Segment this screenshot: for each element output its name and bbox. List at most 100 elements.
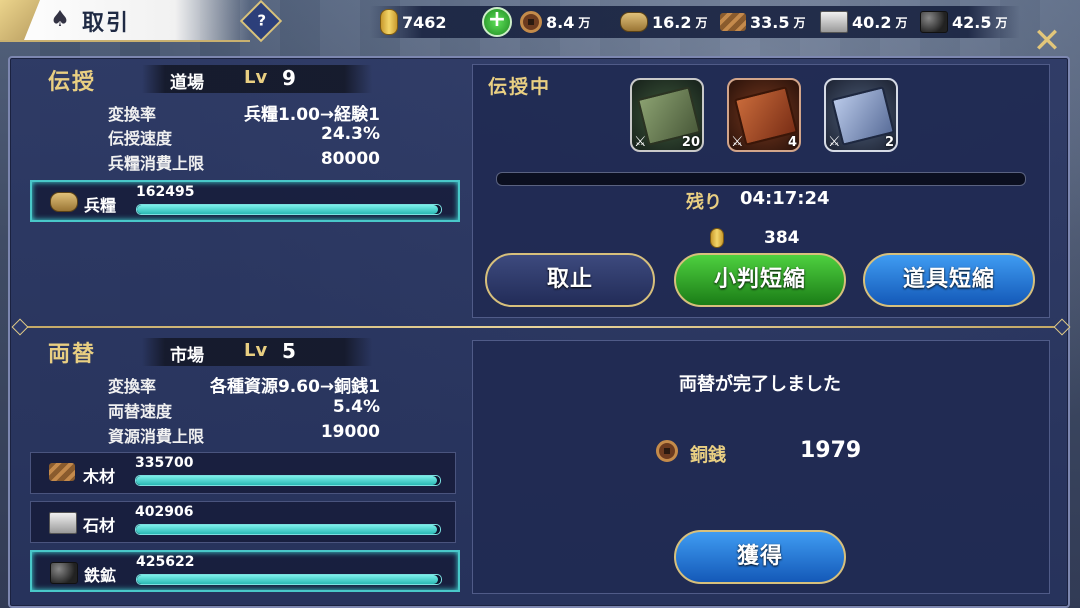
money-bag-icon: ♠ (50, 7, 70, 32)
koban-amount: 7462 (402, 12, 447, 32)
rice-resource: 16.2 万 (620, 6, 708, 38)
wood-resource-bar (135, 475, 441, 486)
remaining-label: 残り (686, 192, 722, 213)
dojo-name: 道場 (170, 73, 204, 93)
stone-resource-row[interactable]: 石材 402906 (30, 501, 456, 543)
book-slot-2[interactable]: ⚔ 4 (727, 78, 801, 152)
rice-resource-row[interactable]: 兵糧 162495 (30, 180, 460, 222)
iron-resource-bar (136, 574, 442, 585)
teaching-rate-label: 変換率 (108, 105, 157, 124)
shorten-cost: 384 (710, 228, 800, 248)
resource-limit-label: 資源消費上限 (108, 427, 205, 446)
exchange-rate-value: 各種資源9.60→銅銭1 (209, 377, 380, 397)
top-bar: ♠ 取引 ? 7462 + 8.4 万 16.2 万 33.5 万 40.2 万 4 (0, 0, 1080, 44)
result-resource-name: 銅銭 (690, 445, 726, 466)
copper-unit: 万 (578, 15, 591, 30)
exchange-speed-value: 5.4% (332, 397, 380, 417)
add-koban-button[interactable]: + (482, 6, 512, 38)
koban-shorten-button[interactable]: 小判短縮 (674, 253, 846, 307)
level-up-icon: ⚔ (828, 134, 841, 150)
page-title: 取引 (82, 11, 131, 36)
market-lv-label: Lv (244, 340, 268, 361)
stone-unit: 万 (895, 15, 908, 30)
iron-ore-icon (50, 562, 78, 584)
rice-limit-label: 兵糧消費上限 (108, 154, 205, 173)
rice-resource-value: 162495 (136, 184, 195, 200)
rice-bale-icon (50, 192, 78, 212)
section-divider (18, 326, 1062, 328)
stone-resource-value: 402906 (135, 504, 194, 520)
plus-icon: + (482, 7, 512, 37)
copper-coin-icon (656, 440, 678, 462)
book-slot-3[interactable]: ⚔ 2 (824, 78, 898, 152)
iron-resource-value: 425622 (136, 554, 195, 570)
book-slot-1[interactable]: ⚔ 20 (630, 78, 704, 152)
market-name: 市場 (170, 346, 204, 366)
copper-amount: 8.4 (546, 12, 575, 32)
teaching-speed-label: 伝授速度 (108, 129, 173, 148)
wood-resource-bar-fill (136, 476, 437, 485)
rice-unit: 万 (695, 15, 708, 30)
wood-resource-name: 木材 (83, 467, 116, 486)
market-plate: 市場 Lv 5 (142, 338, 372, 366)
exchange-rate-label: 変換率 (108, 377, 157, 396)
dojo-plate: 道場 Lv 9 (142, 65, 372, 93)
wood-resource-value: 335700 (135, 455, 194, 471)
wood-amount: 33.5 (750, 12, 790, 32)
stone-resource-bar (135, 524, 441, 535)
rice-resource-bar (136, 204, 442, 215)
level-up-icon: ⚔ (731, 134, 744, 150)
stone-amount: 40.2 (852, 12, 892, 32)
close-button[interactable]: ✕ (1030, 24, 1064, 58)
koban-resource: 7462 (380, 6, 447, 38)
title-ornament (0, 0, 40, 40)
wood-resource-row[interactable]: 木材 335700 (30, 452, 456, 494)
level-up-icon: ⚔ (634, 134, 647, 150)
book-3-count: 2 (884, 135, 894, 150)
rice-resource-bar-fill (137, 205, 438, 214)
exchange-complete-message: 両替が完了しました (679, 374, 841, 395)
stone-resource-name: 石材 (83, 516, 116, 535)
teaching-rate-value: 兵糧1.00→経験1 (243, 105, 380, 125)
dojo-level: 9 (282, 66, 296, 90)
stone-resource: 40.2 万 (820, 6, 908, 38)
koban-icon (710, 228, 724, 248)
teaching-speed-value: 24.3% (321, 124, 380, 144)
copper-coin-icon (520, 11, 542, 33)
shorten-cost-value: 384 (764, 228, 800, 248)
result-resource-value: 1979 (800, 438, 862, 463)
iron-resource-bar-fill (137, 575, 438, 584)
wood-unit: 万 (793, 15, 806, 30)
item-shorten-button[interactable]: 道具短縮 (863, 253, 1035, 307)
teaching-status-label: 伝授中 (488, 76, 552, 98)
book-1-count: 20 (681, 135, 700, 150)
iron-amount: 42.5 (952, 12, 992, 32)
rice-bale-icon (620, 12, 648, 32)
teaching-section-title: 伝授 (48, 70, 97, 95)
cancel-teaching-button[interactable]: 取止 (485, 253, 655, 307)
dojo-lv-label: Lv (244, 67, 268, 88)
exchange-speed-label: 両替速度 (108, 402, 173, 421)
iron-unit: 万 (995, 15, 1008, 30)
obtain-button[interactable]: 獲得 (674, 530, 846, 584)
teaching-progress-bar (496, 172, 1026, 186)
rice-limit-value: 80000 (320, 149, 380, 169)
iron-resource: 42.5 万 (920, 6, 1008, 38)
resource-limit-value: 19000 (320, 422, 380, 442)
stone-icon (49, 512, 77, 534)
help-icon: ? (257, 11, 267, 30)
book-2-count: 4 (787, 135, 797, 150)
exchange-section-title: 両替 (48, 342, 97, 367)
copper-resource: 8.4 万 (520, 6, 590, 38)
stone-icon (820, 11, 848, 33)
resource-bar: 7462 + 8.4 万 16.2 万 33.5 万 40.2 万 42.5 万 (370, 6, 1020, 38)
stone-resource-bar-fill (136, 525, 437, 534)
iron-ore-icon (920, 11, 948, 33)
market-level: 5 (282, 339, 296, 363)
wood-resource: 33.5 万 (720, 6, 806, 38)
remaining-time: 04:17:24 (740, 188, 830, 209)
title-plate: ♠ 取引 (0, 0, 250, 42)
koban-icon (380, 9, 398, 35)
iron-resource-row[interactable]: 鉄鉱 425622 (30, 550, 460, 592)
wood-icon (720, 13, 746, 31)
